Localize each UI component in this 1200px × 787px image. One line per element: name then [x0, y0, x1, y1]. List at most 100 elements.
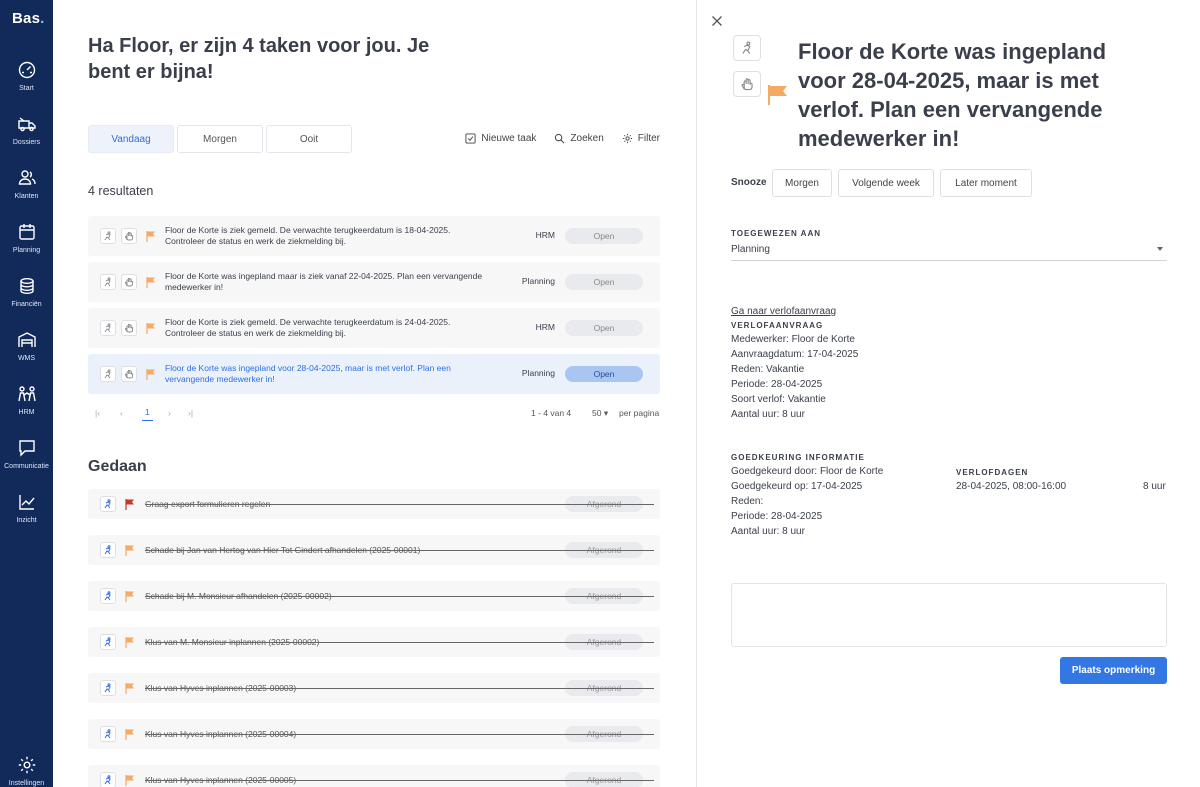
- flag-icon: [125, 683, 134, 694]
- done-task-row[interactable]: Graag export formulieren regelen Afgeron…: [88, 489, 660, 519]
- approval-label: GOEDKEURING INFORMATIE: [731, 453, 865, 462]
- claim-button[interactable]: [121, 228, 137, 244]
- flag-icon: [768, 85, 787, 105]
- task-row[interactable]: Floor de Korte was ingepland maar is zie…: [88, 262, 660, 302]
- sidebar-item-hrm[interactable]: HRM: [0, 384, 53, 416]
- status-badge[interactable]: Open: [565, 274, 643, 290]
- flag-icon: [146, 231, 155, 242]
- flag-icon: [125, 591, 134, 602]
- first-page-button[interactable]: |‹: [95, 408, 100, 418]
- task-row[interactable]: Floor de Korte is ziek gemeld. De verwac…: [88, 216, 660, 256]
- claim-button[interactable]: [121, 274, 137, 290]
- sidebar-item-label: Dossiers: [12, 139, 41, 146]
- runner-icon: [104, 323, 111, 333]
- task-text[interactable]: Floor de Korte is ziek gemeld. De verwac…: [165, 225, 485, 247]
- strikethrough-line: [145, 642, 654, 643]
- chat-icon: [18, 440, 35, 457]
- status-badge[interactable]: Open: [565, 228, 643, 244]
- strikethrough-line: [145, 596, 654, 597]
- assign-button[interactable]: [100, 320, 116, 336]
- snooze-morgen-button[interactable]: Morgen: [772, 169, 832, 197]
- done-task-row[interactable]: Schade bij Jan van Hertog van Hier Tot G…: [88, 535, 660, 565]
- assign-button[interactable]: [100, 366, 116, 382]
- assign-button[interactable]: [100, 496, 116, 512]
- assign-button[interactable]: [100, 680, 116, 696]
- assign-button[interactable]: [100, 542, 116, 558]
- task-row-selected[interactable]: Floor de Korte was ingepland voor 28-04-…: [88, 354, 660, 394]
- flag-icon: [125, 637, 134, 648]
- next-page-button[interactable]: ›: [168, 408, 171, 418]
- status-badge[interactable]: Open: [565, 366, 643, 382]
- assign-button[interactable]: [100, 588, 116, 604]
- claim-button[interactable]: [733, 71, 761, 97]
- assigned-label: TOEGEWEZEN AAN: [731, 229, 822, 238]
- runner-icon: [104, 729, 111, 739]
- approval-period: Periode: 28-04-2025: [731, 511, 823, 522]
- sidebar-item-start[interactable]: Start: [0, 60, 53, 92]
- sidebar-item-dossiers[interactable]: Dossiers: [0, 114, 53, 146]
- assign-button[interactable]: [100, 228, 116, 244]
- claim-button[interactable]: [121, 366, 137, 382]
- task-row[interactable]: Floor de Korte is ziek gemeld. De verwac…: [88, 308, 660, 348]
- leave-request-link[interactable]: Ga naar verlofaanvraag: [731, 306, 836, 317]
- sidebar-item-inzicht[interactable]: Inzicht: [0, 492, 53, 524]
- chevron-down-icon: [1157, 247, 1163, 251]
- per-page-label: per pagina: [619, 408, 660, 418]
- task-text[interactable]: Floor de Korte was ingepland maar is zie…: [165, 271, 485, 293]
- sidebar-item-financien[interactable]: Financiën: [0, 276, 53, 308]
- snooze-later-button[interactable]: Later moment: [940, 169, 1032, 197]
- flag-icon: [146, 369, 155, 380]
- leave-request-label: VERLOFAANVRAAG: [731, 321, 824, 330]
- close-icon[interactable]: [711, 15, 723, 27]
- post-comment-button[interactable]: Plaats opmerking: [1060, 657, 1167, 684]
- done-task-row[interactable]: Klus van M. Monsieur inplannen (2025-000…: [88, 627, 660, 657]
- app-logo[interactable]: Bas.: [12, 10, 45, 27]
- status-badge[interactable]: Open: [565, 320, 643, 336]
- task-text[interactable]: Floor de Korte was ingepland voor 28-04-…: [165, 363, 485, 385]
- per-page-select[interactable]: 50 ▾: [592, 408, 608, 419]
- new-task-button[interactable]: Nieuwe taak: [465, 133, 536, 144]
- approval-hours: Aantal uur: 8 uur: [731, 526, 805, 537]
- assign-button[interactable]: [100, 772, 116, 787]
- tab-ooit[interactable]: Ooit: [266, 125, 352, 153]
- strikethrough-line: [145, 734, 654, 735]
- sidebar-item-planning[interactable]: Planning: [0, 222, 53, 254]
- search-button[interactable]: Zoeken: [554, 133, 604, 144]
- sidebar-item-klanten[interactable]: Klanten: [0, 168, 53, 200]
- done-task-row[interactable]: Klus van Hyves inplannen (2025-00005) Af…: [88, 765, 660, 787]
- sidebar-item-wms[interactable]: WMS: [0, 330, 53, 362]
- coins-icon: [19, 278, 34, 295]
- search-icon: [555, 133, 565, 144]
- sidebar-item-label: Klanten: [14, 193, 39, 200]
- assigned-select[interactable]: Planning: [731, 244, 1167, 261]
- last-page-button[interactable]: ›|: [188, 408, 193, 418]
- sidebar-item-communicatie[interactable]: Communicatie: [0, 438, 53, 470]
- snooze-volgende-week-button[interactable]: Volgende week: [838, 169, 934, 197]
- prev-page-button[interactable]: ‹: [120, 408, 123, 418]
- runner-icon: [104, 277, 111, 287]
- done-task-row[interactable]: Klus van Hyves inplannen (2025-00004) Af…: [88, 719, 660, 749]
- assign-button[interactable]: [100, 634, 116, 650]
- sidebar-item-label: Inzicht: [16, 517, 37, 524]
- runner-icon: [104, 637, 111, 647]
- comment-input[interactable]: [731, 583, 1167, 647]
- tab-vandaag[interactable]: Vandaag: [88, 125, 174, 153]
- current-page[interactable]: 1: [142, 407, 153, 421]
- filter-button[interactable]: Filter: [622, 133, 660, 144]
- tab-bar: Vandaag Morgen Ooit: [88, 125, 352, 153]
- assigned-value: Planning: [731, 244, 770, 255]
- dashboard-icon: [18, 61, 35, 79]
- done-task-row[interactable]: Schade bij M. Monsieur afhandelen (2025-…: [88, 581, 660, 611]
- claim-button[interactable]: [121, 320, 137, 336]
- done-task-row[interactable]: Klus van Hyves inplannen (2025-00003) Af…: [88, 673, 660, 703]
- assign-button[interactable]: [733, 35, 761, 61]
- hand-icon: [125, 323, 134, 333]
- assign-button[interactable]: [100, 726, 116, 742]
- task-text[interactable]: Floor de Korte is ziek gemeld. De verwac…: [165, 317, 485, 339]
- gear-icon: [18, 756, 35, 774]
- tab-morgen[interactable]: Morgen: [177, 125, 263, 153]
- leave-reason: Reden: Vakantie: [731, 364, 805, 375]
- assign-button[interactable]: [100, 274, 116, 290]
- task-department: HRM: [535, 230, 555, 240]
- sidebar-item-instellingen[interactable]: Instellingen: [0, 755, 53, 787]
